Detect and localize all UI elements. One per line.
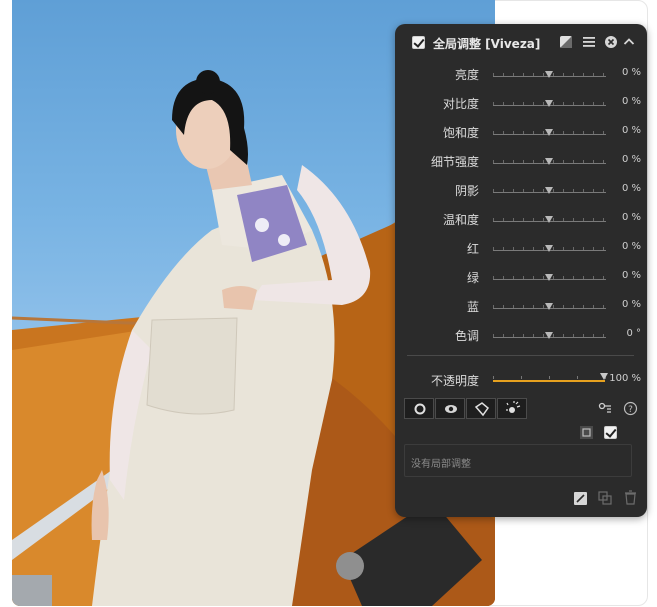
duplicate-icon[interactable] <box>598 491 613 506</box>
structure-slider[interactable] <box>493 158 606 166</box>
local-tools-toolbar <box>404 398 528 419</box>
panel-enable-checkbox[interactable] <box>412 36 425 49</box>
mask-view-icon[interactable] <box>579 425 594 440</box>
blue-slider[interactable] <box>493 303 606 311</box>
slider-thumb[interactable] <box>545 100 553 107</box>
slider-label: 对比度 <box>442 97 479 111</box>
reset-icon[interactable] <box>573 491 588 506</box>
help-icon[interactable]: ? <box>623 401 638 416</box>
brush-tool-button[interactable] <box>497 398 527 419</box>
hue-slider[interactable] <box>493 332 606 340</box>
slider-value: 0 % <box>621 299 641 310</box>
slider-value: 0 % <box>621 270 641 281</box>
slider-thumb[interactable] <box>545 71 553 78</box>
brightness-slider[interactable] <box>493 71 606 79</box>
panel-header: 全局调整 [Viveza] <box>395 24 647 60</box>
slider-row-shadows: 阴影 0 % <box>395 176 647 205</box>
panel-divider <box>407 355 634 356</box>
slider-row-saturation: 饱和度 0 % <box>395 118 647 147</box>
control-point-icon <box>414 403 426 415</box>
slider-row-hue: 色调 0 ° <box>395 321 647 350</box>
close-icon[interactable] <box>604 35 618 49</box>
viveza-adjust-panel: 全局调整 [Viveza] 亮度 0 % 对比度 0 % 饱和度 0 % 细节强… <box>395 24 647 517</box>
slider-value: 0 % <box>621 125 641 136</box>
trash-icon[interactable] <box>623 490 638 505</box>
slider-value: 0 ° <box>626 328 641 339</box>
polygon-lasso-icon <box>474 402 490 417</box>
slider-label: 色调 <box>454 329 479 343</box>
slider-label: 亮度 <box>454 68 479 82</box>
compare-icon[interactable] <box>559 35 573 49</box>
slider-thumb[interactable] <box>545 303 553 310</box>
slider-thumb[interactable] <box>545 129 553 136</box>
slider-row-green: 绿 0 % <box>395 263 647 292</box>
slider-value: 0 % <box>621 96 641 107</box>
viewer-frame: 全局调整 [Viveza] 亮度 0 % 对比度 0 % 饱和度 0 % 细节强… <box>0 0 657 607</box>
control-point-tool-button[interactable] <box>404 398 434 419</box>
slider-row-red: 红 0 % <box>395 234 647 263</box>
shadows-slider[interactable] <box>493 187 606 195</box>
slider-row-brightness: 亮度 0 % <box>395 60 647 89</box>
local-adjustments-empty-text: 没有局部调整 <box>411 459 471 470</box>
contrast-slider[interactable] <box>493 100 606 108</box>
slider-label: 阴影 <box>454 184 479 198</box>
slider-value: 0 % <box>621 183 641 194</box>
green-slider[interactable] <box>493 274 606 282</box>
collapse-chevron-up-icon[interactable] <box>622 35 636 49</box>
saturation-slider[interactable] <box>493 129 606 137</box>
slider-label: 温和度 <box>442 213 479 227</box>
eye-tool-button[interactable] <box>435 398 465 419</box>
opacity-value: 100 % <box>609 373 641 384</box>
slider-thumb[interactable] <box>545 158 553 165</box>
slider-row-structure: 细节强度 0 % <box>395 147 647 176</box>
panel-title: 全局调整 [Viveza] <box>433 37 541 51</box>
polygon-tool-button[interactable] <box>466 398 496 419</box>
slider-value: 0 % <box>621 67 641 78</box>
slider-thumb[interactable] <box>545 216 553 223</box>
slider-thumb[interactable] <box>545 274 553 281</box>
slider-thumb[interactable] <box>545 187 553 194</box>
slider-label: 蓝 <box>466 300 479 314</box>
warmth-slider[interactable] <box>493 216 606 224</box>
slider-row-contrast: 对比度 0 % <box>395 89 647 118</box>
slider-label: 红 <box>466 242 479 256</box>
slider-thumb[interactable] <box>545 332 553 339</box>
opacity-slider-thumb[interactable] <box>600 373 608 380</box>
slider-label: 绿 <box>466 271 479 285</box>
red-slider[interactable] <box>493 245 606 253</box>
slider-value: 0 % <box>621 212 641 223</box>
slider-label: 饱和度 <box>442 126 479 140</box>
slider-label: 细节强度 <box>430 155 479 169</box>
opacity-fill <box>493 380 605 382</box>
opacity-slider[interactable] <box>493 373 608 384</box>
brush-sparkle-icon <box>506 401 521 413</box>
menu-icon[interactable] <box>582 35 596 49</box>
local-adjustments-list: 没有局部调整 <box>404 444 632 477</box>
slider-value: 0 % <box>621 241 641 252</box>
key-settings-icon[interactable] <box>598 401 613 416</box>
slider-row-warmth: 温和度 0 % <box>395 205 647 234</box>
slider-value: 0 % <box>621 154 641 165</box>
opacity-label: 不透明度 <box>430 374 479 388</box>
show-points-checkbox[interactable] <box>604 426 617 439</box>
svg-text:?: ? <box>628 405 633 415</box>
slider-row-blue: 蓝 0 % <box>395 292 647 321</box>
eye-icon <box>445 405 457 413</box>
slider-thumb[interactable] <box>545 245 553 252</box>
